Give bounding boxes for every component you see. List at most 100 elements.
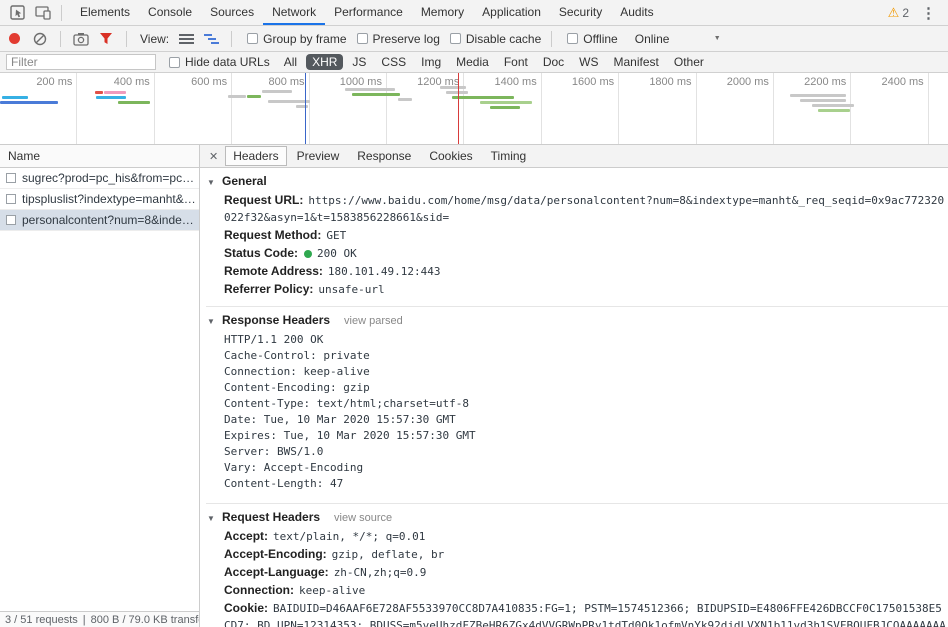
detail-tab[interactable]: Preview	[289, 146, 348, 166]
filter-type-pill[interactable]: WS	[573, 54, 604, 70]
filter-type-pill[interactable]: Font	[498, 54, 534, 70]
main-tab[interactable]: Console	[139, 0, 201, 25]
clear-icon[interactable]	[30, 29, 50, 49]
waterfall-bar	[0, 101, 58, 104]
view-source-link[interactable]: view source	[334, 512, 392, 524]
filter-type-pill[interactable]: Other	[668, 54, 710, 70]
device-toolbar-icon[interactable]	[30, 0, 56, 25]
request-headers-header[interactable]: ▼ Request Headers view source	[206, 504, 948, 528]
waterfall-bar	[268, 100, 310, 103]
detail-tab[interactable]: Timing	[483, 146, 535, 166]
main-tab[interactable]: Memory	[412, 0, 473, 25]
main-tab[interactable]: Elements	[71, 0, 139, 25]
raw-header-line: Vary: Accept-Encoding	[206, 460, 948, 476]
detail-tab[interactable]: Headers	[225, 146, 286, 166]
main-tabs: ElementsConsoleSourcesNetworkPerformance…	[71, 0, 663, 25]
waterfall-bar	[104, 91, 126, 94]
raw-header-line: Cache-Control: private	[206, 348, 948, 364]
inspect-element-icon[interactable]	[4, 0, 30, 25]
checkbox-icon	[450, 33, 461, 44]
toolbar-separator	[60, 31, 61, 47]
request-row[interactable]: personalcontent?num=8&inde…	[0, 210, 199, 231]
offline-checkbox[interactable]: Offline	[567, 32, 617, 46]
requests-panel: Name sugrec?prod=pc_his&from=pc… tipsplu…	[0, 145, 200, 627]
document-icon	[6, 173, 16, 183]
header-name: Request Method:	[224, 228, 321, 242]
kebab-menu-icon[interactable]: ⋮	[921, 4, 936, 22]
filter-type-pill[interactable]: JS	[346, 54, 372, 70]
waterfall-bar	[790, 94, 846, 97]
main-tab[interactable]: Performance	[325, 0, 412, 25]
checkbox-label: Preserve log	[373, 32, 440, 46]
timeline-marker	[305, 73, 306, 144]
preserve-log-checkbox[interactable]: Preserve log	[357, 32, 440, 46]
filter-type-pill[interactable]: CSS	[375, 54, 412, 70]
request-list: sugrec?prod=pc_his&from=pc… tipspluslist…	[0, 168, 199, 231]
waterfall-bar	[812, 104, 854, 107]
header-name: Connection:	[224, 583, 294, 597]
main-tab[interactable]: Security	[550, 0, 611, 25]
toolbar-separator	[231, 31, 232, 47]
detail-tab[interactable]: Cookies	[421, 146, 480, 166]
filter-type-pill[interactable]: Media	[450, 54, 495, 70]
close-icon[interactable]: ✕	[203, 150, 224, 163]
waterfall-bar	[446, 91, 468, 94]
header-name: Remote Address:	[224, 264, 323, 278]
checkbox-icon	[567, 33, 578, 44]
disclosure-triangle-icon: ▼	[206, 178, 216, 187]
main-tab[interactable]: Network	[263, 0, 325, 25]
filter-type-pill[interactable]: Doc	[537, 54, 570, 70]
checkbox-icon	[357, 33, 368, 44]
view-overview-icon[interactable]	[201, 29, 221, 49]
waterfall-bar	[480, 101, 532, 104]
timeline-overview[interactable]: 200 ms 400 ms 600 ms 800 ms 1000 ms	[0, 73, 948, 145]
filter-type-pill[interactable]: Manifest	[608, 54, 665, 70]
header-row: Accept-Encoding:gzip, deflate, br	[206, 546, 948, 563]
view-list-icon[interactable]	[176, 29, 196, 49]
name-column-header[interactable]: Name	[0, 145, 199, 168]
response-headers-header[interactable]: ▼ Response Headers view parsed	[206, 307, 948, 331]
filter-input[interactable]	[6, 54, 156, 70]
view-parsed-link[interactable]: view parsed	[344, 315, 403, 327]
header-value: BAIDUID=D46AAF6E728AF5533970CC8D7A410835…	[224, 602, 946, 627]
disclosure-triangle-icon: ▼	[206, 317, 216, 326]
warning-icon: ⚠	[888, 6, 900, 19]
waterfall-bar	[247, 95, 261, 98]
group-by-frame-checkbox[interactable]: Group by frame	[247, 32, 346, 46]
waterfall-bar	[2, 96, 28, 99]
record-button[interactable]	[9, 33, 20, 44]
request-name: personalcontent?num=8&inde…	[22, 213, 194, 227]
filter-type-pill[interactable]: XHR	[306, 54, 343, 70]
header-row: Connection:keep-alive	[206, 582, 948, 599]
header-value: https://www.baidu.com/home/msg/data/pers…	[224, 194, 944, 224]
screenshot-camera-icon[interactable]	[71, 29, 91, 49]
main-tab[interactable]: Audits	[611, 0, 662, 25]
chevron-down-icon: ▼	[714, 35, 721, 42]
raw-header-line: Server: BWS/1.0	[206, 444, 948, 460]
status-bar: 3 / 51 requests | 800 B / 79.0 KB transf…	[0, 611, 199, 627]
detail-tab[interactable]: Response	[349, 146, 419, 166]
throttling-select[interactable]: Online ▼	[635, 32, 721, 46]
checkbox-label: Offline	[583, 32, 617, 46]
request-row[interactable]: tipspluslist?indextype=manht&…	[0, 189, 199, 210]
header-row: Accept:text/plain, */*; q=0.01	[206, 528, 948, 545]
warning-badge[interactable]: ⚠ 2	[888, 6, 909, 20]
hide-data-urls-checkbox[interactable]: Hide data URLs	[169, 55, 270, 69]
filter-type-pill[interactable]: Img	[415, 54, 447, 70]
request-row[interactable]: sugrec?prod=pc_his&from=pc…	[0, 168, 199, 189]
raw-header-line: Connection: keep-alive	[206, 364, 948, 380]
general-section: ▼ General Request URL:https://www.baidu.…	[206, 168, 948, 301]
detail-tabs: HeadersPreviewResponseCookiesTiming	[224, 145, 535, 167]
details-panel: ✕ HeadersPreviewResponseCookiesTiming ▼ …	[200, 145, 948, 627]
disable-cache-checkbox[interactable]: Disable cache	[450, 32, 541, 46]
header-value: 200 OK	[317, 247, 357, 260]
general-rows: Request URL:https://www.baidu.com/home/m…	[206, 192, 948, 301]
header-value: GET	[326, 229, 346, 242]
throttling-value: Online	[635, 32, 670, 46]
main-tab[interactable]: Sources	[201, 0, 263, 25]
main-tab[interactable]: Application	[473, 0, 550, 25]
filter-type-pill[interactable]: All	[278, 54, 303, 70]
header-value: gzip, deflate, br	[332, 548, 445, 561]
general-header[interactable]: ▼ General	[206, 168, 948, 192]
filter-funnel-icon[interactable]	[96, 29, 116, 49]
